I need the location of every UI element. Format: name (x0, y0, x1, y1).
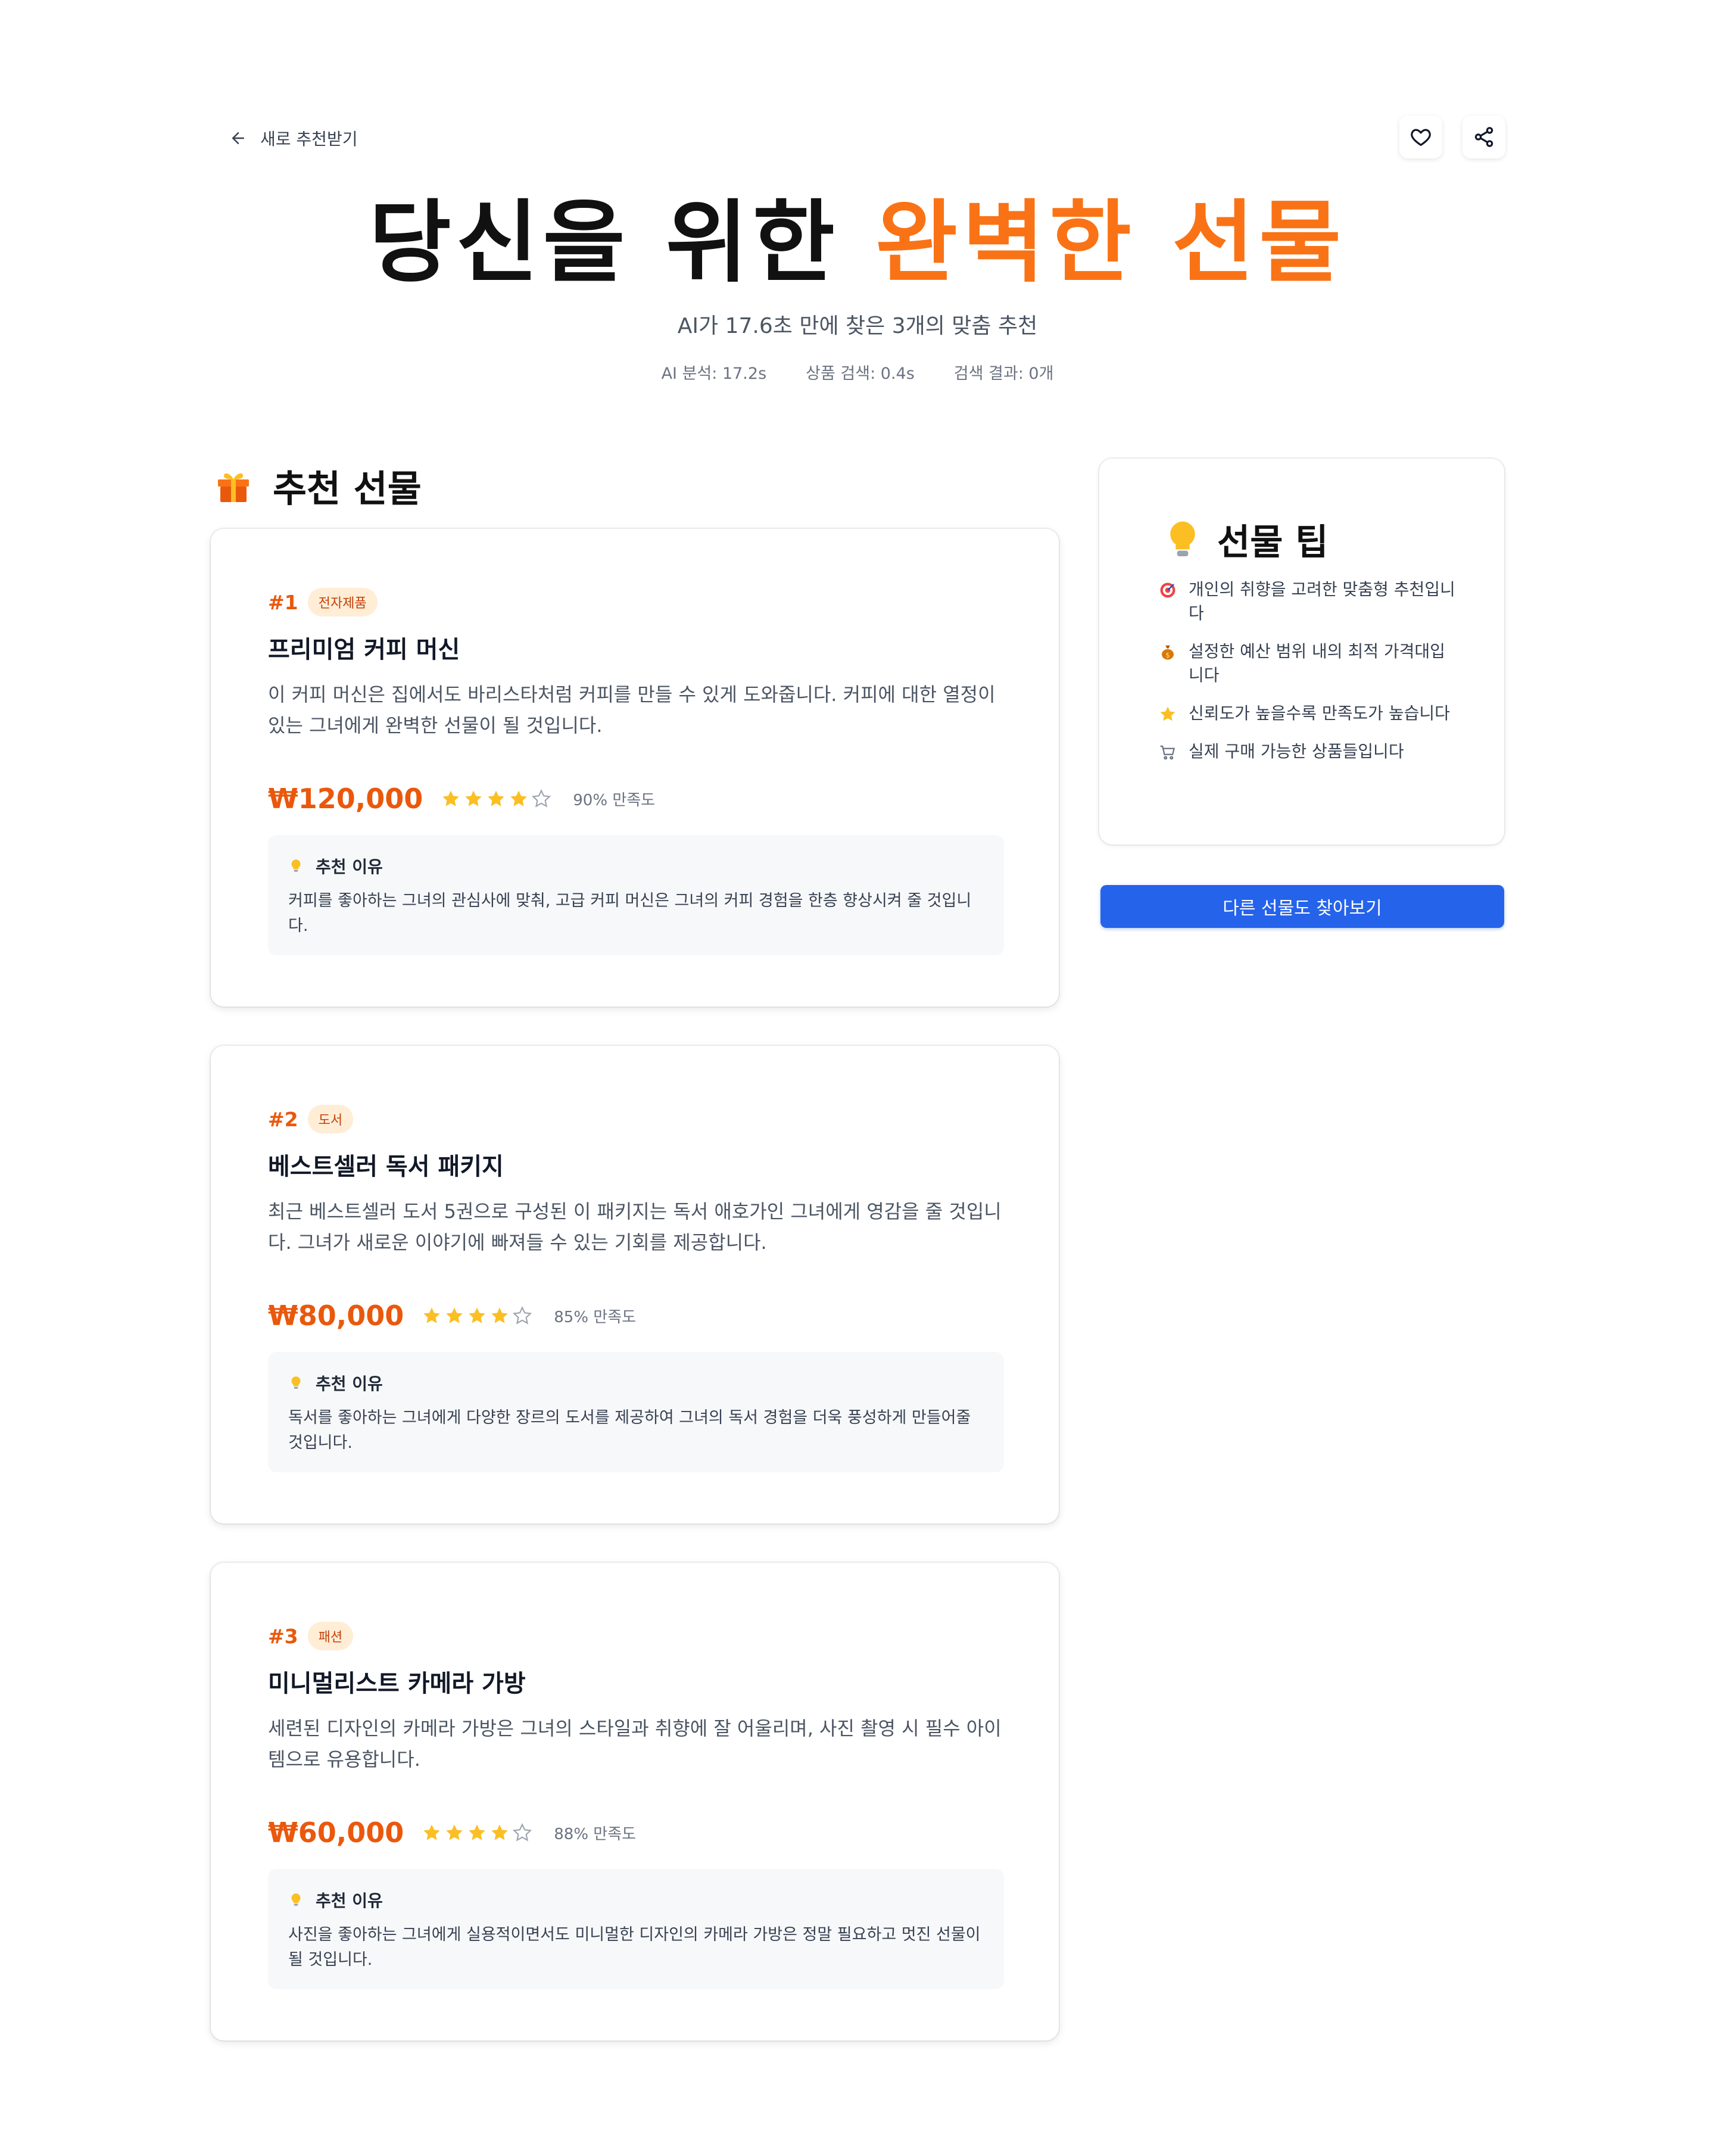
reason-text: 독서를 좋아하는 그녀에게 다양한 장르의 도서를 제공하여 그녀의 독서 경험… (288, 1409, 971, 1452)
timing-stats: AI 분석: 17.2s 상품 검색: 0.4s 검색 결과: 0개 (0, 360, 1715, 384)
tips-title: 선물 팁 (1217, 522, 1329, 563)
back-to-new-recommendation-link[interactable]: 새로 추천받기 (229, 126, 357, 150)
title-accent: 완벽한 선물 (875, 191, 1346, 295)
category-badge: 패션 (307, 1622, 354, 1650)
gift-name: 프리미엄 커피 머신 (268, 636, 460, 663)
title-main: 당신을 위한 (369, 191, 876, 295)
money-bag-icon: $ (1162, 645, 1174, 660)
rank-label: #1 (268, 590, 298, 614)
stat-ai-analysis: AI 분석: 17.2s (661, 364, 767, 383)
lightbulb-icon (1170, 521, 1195, 556)
star-filled-icon (446, 1824, 463, 1840)
gift-name: 베스트셀러 독서 패키지 (268, 1153, 504, 1180)
star-rating (422, 1306, 532, 1326)
gift-description: 세련된 디자인의 카메라 가방은 그녀의 스타일과 취향에 잘 어울리며, 사진… (268, 1717, 1002, 1771)
lightbulb-icon (291, 1893, 301, 1906)
target-icon (1160, 582, 1175, 598)
star-filled-icon (423, 1307, 440, 1323)
star-filled-icon (510, 790, 528, 806)
stat-product-search: 상품 검색: 0.4s (806, 364, 915, 383)
star-filled-icon (446, 1307, 463, 1323)
star-filled-icon (469, 1824, 485, 1840)
star-filled-icon (442, 790, 460, 806)
tip-item: 개인의 취향을 고려한 맞춤형 추천입니다 (1159, 578, 1457, 625)
cart-icon (1160, 745, 1175, 760)
gift-description: 이 커피 머신은 집에서도 바리스타처럼 커피를 만들 수 있게 도와줍니다. … (268, 683, 996, 737)
page-title: 당신을 위한 완벽한 선물 (0, 189, 1715, 297)
tips-list: 개인의 취향을 고려한 맞춤형 추천입니다 $ 설정한 예산 범위 내의 최적 … (1159, 578, 1457, 778)
reason-text: 커피를 좋아하는 그녀의 관심사에 맞춰, 고급 커피 머신은 그녀의 커피 경… (288, 892, 972, 935)
reason-text: 사진을 좋아하는 그녀에게 실용적이면서도 미니멀한 디자인의 카메라 가방은 … (288, 1926, 981, 1969)
gift-price: ₩80,000 (268, 1300, 404, 1332)
reason-title: 추천 이유 (316, 1891, 383, 1911)
page: 새로 추천받기 당신을 위한 완벽한 선물 AI가 17.6초 만에 찾은 3개… (0, 0, 1715, 2156)
gift-icon (218, 473, 249, 502)
gift-price: ₩120,000 (268, 783, 423, 815)
share-icon (1474, 127, 1493, 147)
star-filled-icon (469, 1307, 485, 1323)
gift-name: 미니멀리스트 카메라 가방 (268, 1670, 526, 1697)
star-filled-icon (491, 1307, 508, 1323)
gift-card[interactable]: #2 도서 베스트셀러 독서 패키지 최근 베스트셀러 도서 5권으로 구성된 … (211, 1046, 1059, 1523)
tip-item: 신뢰도가 높을수록 만족도가 높습니다 (1159, 702, 1457, 725)
top-actions (1399, 116, 1505, 158)
lightbulb-icon (291, 859, 301, 872)
gift-card[interactable]: #1 전자제품 프리미엄 커피 머신 이 커피 머신은 집에서도 바리스타처럼 … (211, 529, 1059, 1007)
tip-item: $ 설정한 예산 범위 내의 최적 가격대입니다 (1159, 640, 1457, 687)
reason-title: 추천 이유 (316, 857, 383, 877)
satisfaction-label: 90% 만족도 (573, 791, 656, 809)
section-header: 추천 선물 (214, 459, 422, 512)
section-title: 추천 선물 (273, 467, 422, 510)
star-filled-icon (488, 790, 505, 806)
recommendation-reason: 추천 이유 커피를 좋아하는 그녀의 관심사에 맞춰, 고급 커피 머신은 그녀… (268, 835, 1004, 955)
gift-price: ₩60,000 (268, 1817, 404, 1849)
star-rating (422, 1822, 532, 1843)
tip-text: 신뢰도가 높을수록 만족도가 높습니다 (1189, 703, 1450, 723)
rank-label: #3 (268, 1624, 298, 1648)
star-empty-icon (513, 1306, 532, 1325)
category-badge: 도서 (307, 1105, 354, 1133)
favorite-button[interactable] (1399, 116, 1442, 158)
recommendation-reason: 추천 이유 사진을 좋아하는 그녀에게 실용적이면서도 미니멀한 디자인의 카메… (268, 1869, 1004, 1989)
heart-icon (1411, 129, 1431, 147)
category-badge: 전자제품 (307, 588, 378, 616)
star-filled-icon (465, 790, 482, 806)
tip-text: 실제 구매 가능한 상품들입니다 (1189, 741, 1404, 761)
star-empty-icon (513, 1823, 532, 1842)
lightbulb-icon (291, 1376, 301, 1389)
tip-text: 설정한 예산 범위 내의 최적 가격대입니다 (1189, 641, 1445, 685)
page-subtitle: AI가 17.6초 만에 찾은 3개의 맞춤 추천 (677, 314, 1038, 338)
rank-label: #2 (268, 1107, 298, 1131)
star-filled-icon (423, 1824, 440, 1840)
satisfaction-label: 85% 만족도 (554, 1308, 637, 1326)
reason-title: 추천 이유 (316, 1374, 383, 1394)
stat-search-results: 검색 결과: 0개 (953, 364, 1054, 383)
star-filled-icon (491, 1824, 508, 1840)
gift-card[interactable]: #3 패션 미니멀리스트 카메라 가방 세련된 디자인의 카메라 가방은 그녀의… (211, 1563, 1059, 2040)
star-empty-icon (532, 789, 551, 808)
star-icon (1160, 706, 1175, 721)
tip-text: 개인의 취향을 고려한 맞춤형 추천입니다 (1189, 579, 1455, 623)
share-button[interactable] (1463, 116, 1505, 158)
find-more-gifts-button[interactable]: 다른 선물도 찾아보기 (1100, 885, 1504, 928)
gift-tips-panel: 선물 팁 개인의 취향을 고려한 맞춤형 추천입니다 $ 설정한 예산 범위 내… (1099, 459, 1504, 845)
tip-item: 실제 구매 가능한 상품들입니다 (1159, 740, 1457, 764)
gift-description: 최근 베스트셀러 도서 5권으로 구성된 이 패키지는 독서 애호가인 그녀에게… (268, 1200, 1002, 1254)
back-link-label: 새로 추천받기 (260, 129, 358, 149)
star-rating (441, 789, 551, 809)
arrow-left-icon (232, 132, 244, 144)
recommendation-reason: 추천 이유 독서를 좋아하는 그녀에게 다양한 장르의 도서를 제공하여 그녀의… (268, 1352, 1004, 1472)
svg-text:$: $ (1165, 652, 1170, 659)
satisfaction-label: 88% 만족도 (554, 1825, 637, 1843)
